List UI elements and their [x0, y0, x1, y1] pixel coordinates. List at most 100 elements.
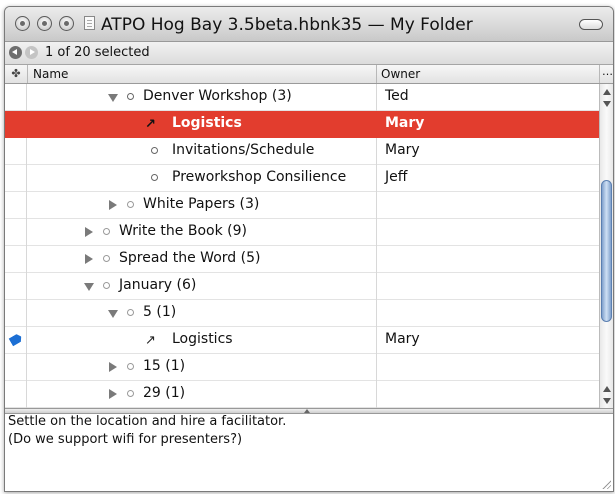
outline-row[interactable]: Denver Workshop (3) Ted: [5, 84, 599, 111]
column-divider: [376, 273, 377, 300]
column-divider: [376, 192, 377, 219]
row-label[interactable]: 15 (1): [143, 358, 185, 374]
column-options-button[interactable]: …: [602, 65, 613, 78]
row-label[interactable]: Logistics: [172, 331, 233, 347]
scroll-down-arrow-icon[interactable]: [603, 398, 611, 404]
disclosure-collapsed-icon[interactable]: [109, 362, 117, 372]
column-divider: [376, 111, 377, 138]
back-arrow-icon[interactable]: [9, 46, 22, 59]
column-divider: [376, 84, 377, 111]
outline-row[interactable]: Preworkshop Consilience Jeff: [5, 165, 599, 192]
owner-column-header[interactable]: Owner: [381, 67, 420, 81]
vertical-scrollbar[interactable]: [599, 84, 613, 408]
zoom-button[interactable]: [59, 16, 74, 31]
bullet-icon[interactable]: [151, 147, 158, 154]
disclosure-collapsed-icon[interactable]: [85, 227, 93, 237]
badge-cell[interactable]: [5, 192, 27, 219]
close-button[interactable]: [15, 16, 30, 31]
column-divider: [376, 327, 377, 354]
outline-row[interactable]: ↗ Logistics Mary: [5, 327, 599, 354]
badge-column-header[interactable]: ✤: [5, 65, 28, 83]
scroll-up-arrow-icon[interactable]: [603, 386, 611, 392]
row-label[interactable]: Spread the Word (5): [119, 250, 260, 266]
column-divider[interactable]: [599, 65, 600, 83]
badge-cell[interactable]: [5, 327, 27, 354]
outliner-window: ATPO Hog Bay 3.5beta.hbnk35 — My Folder …: [4, 6, 614, 492]
document-icon[interactable]: [84, 16, 95, 30]
badge-cell[interactable]: [5, 219, 27, 246]
name-column-header[interactable]: Name: [33, 67, 68, 81]
bullet-icon[interactable]: [127, 93, 134, 100]
disclosure-expanded-icon[interactable]: [84, 283, 94, 291]
splitter-grip-icon[interactable]: [304, 409, 310, 413]
badge-cell[interactable]: [5, 84, 27, 111]
alias-link-icon[interactable]: ↗: [145, 117, 156, 132]
column-divider: [376, 219, 377, 246]
alias-link-icon[interactable]: ↗: [145, 333, 156, 348]
outline-row[interactable]: January (6): [5, 273, 599, 300]
column-divider: [376, 246, 377, 273]
resize-grip-icon[interactable]: [601, 479, 611, 489]
minimize-button[interactable]: [37, 16, 52, 31]
outline-row[interactable]: 29 (1): [5, 381, 599, 408]
row-label[interactable]: 29 (1): [143, 385, 185, 401]
title-bar[interactable]: ATPO Hog Bay 3.5beta.hbnk35 — My Folder: [5, 7, 613, 42]
outline-row-selected[interactable]: ↗ Logistics Mary: [5, 111, 599, 138]
badge-cell[interactable]: [5, 246, 27, 273]
badge-cell[interactable]: [5, 138, 27, 165]
bullet-icon[interactable]: [103, 228, 110, 235]
row-owner[interactable]: Ted: [385, 88, 409, 104]
forward-arrow-icon[interactable]: [25, 46, 38, 59]
disclosure-collapsed-icon[interactable]: [109, 200, 117, 210]
bullet-icon[interactable]: [151, 174, 158, 181]
badge-cell[interactable]: [5, 354, 27, 381]
row-label[interactable]: Invitations/Schedule: [172, 142, 314, 158]
row-label[interactable]: Preworkshop Consilience: [172, 169, 346, 185]
bullet-icon[interactable]: [127, 201, 134, 208]
badge-cell[interactable]: [5, 165, 27, 192]
row-label[interactable]: Write the Book (9): [119, 223, 247, 239]
outline-row[interactable]: Spread the Word (5): [5, 246, 599, 273]
row-label[interactable]: Logistics: [172, 115, 242, 131]
note-line[interactable]: Settle on the location and hire a facili…: [8, 414, 286, 429]
disclosure-collapsed-icon[interactable]: [85, 254, 93, 264]
badge-cell[interactable]: [5, 111, 27, 138]
row-owner[interactable]: Mary: [385, 142, 420, 158]
row-owner[interactable]: Mary: [385, 331, 420, 347]
disclosure-collapsed-icon[interactable]: [109, 389, 117, 399]
scroll-up-arrow-icon[interactable]: [603, 89, 611, 95]
disclosure-expanded-icon[interactable]: [108, 94, 118, 102]
disclosure-expanded-icon[interactable]: [108, 310, 118, 318]
window-title: ATPO Hog Bay 3.5beta.hbnk35 — My Folder: [101, 15, 473, 35]
badge-cell[interactable]: [5, 300, 27, 327]
flag-badge-icon[interactable]: [9, 333, 24, 347]
toolbar-toggle-button[interactable]: [579, 19, 603, 30]
note-line[interactable]: (Do we support wifi for presenters?): [8, 432, 242, 447]
bullet-icon[interactable]: [127, 390, 134, 397]
outline-view: Denver Workshop (3) Ted ↗ Logistics Mary…: [5, 84, 599, 408]
bullet-icon[interactable]: [103, 282, 110, 289]
outline-row[interactable]: Write the Book (9): [5, 219, 599, 246]
outline-row[interactable]: 15 (1): [5, 354, 599, 381]
row-label[interactable]: White Papers (3): [143, 196, 259, 212]
scroll-down-arrow-icon[interactable]: [603, 101, 611, 107]
badge-cell[interactable]: [5, 273, 27, 300]
column-divider: [376, 138, 377, 165]
bullet-icon[interactable]: [103, 255, 110, 262]
row-label[interactable]: Denver Workshop (3): [143, 88, 292, 104]
row-owner[interactable]: Jeff: [385, 169, 407, 185]
scroll-thumb[interactable]: [601, 180, 612, 322]
row-label[interactable]: January (6): [119, 277, 196, 293]
outline-row[interactable]: 5 (1): [5, 300, 599, 327]
bullet-icon[interactable]: [127, 309, 134, 316]
badge-cell[interactable]: [5, 381, 27, 408]
note-pane[interactable]: Settle on the location and hire a facili…: [5, 414, 613, 491]
outline-row[interactable]: White Papers (3): [5, 192, 599, 219]
outline-row[interactable]: Invitations/Schedule Mary: [5, 138, 599, 165]
column-divider[interactable]: [376, 65, 377, 83]
row-label[interactable]: 5 (1): [143, 304, 176, 320]
bullet-icon[interactable]: [127, 363, 134, 370]
row-owner[interactable]: Mary: [385, 115, 424, 131]
column-header: ✤ Name Owner …: [5, 65, 613, 84]
column-divider: [376, 300, 377, 327]
